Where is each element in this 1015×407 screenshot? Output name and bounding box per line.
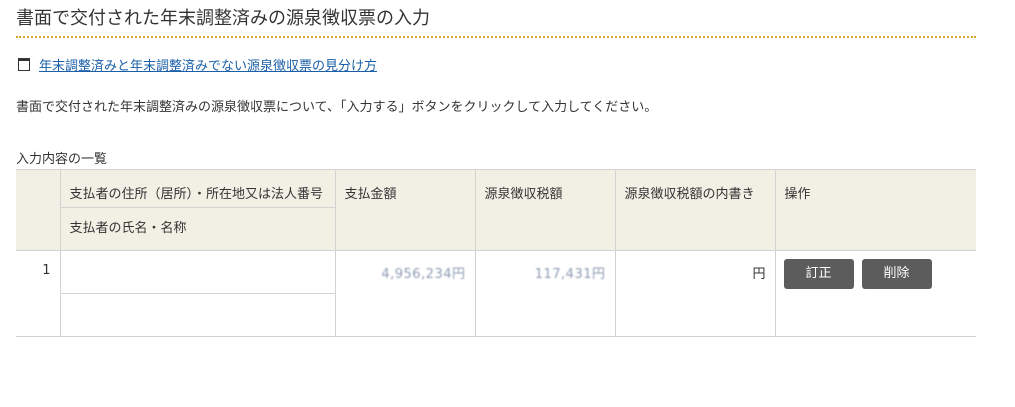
withholding-tax-header: 源泉徴収税額 — [474, 169, 616, 251]
help-link-row: 年末調整済みと年末調整済みでない源泉徴収票の見分け方 — [16, 54, 976, 74]
list-caption: 入力内容の一覧 — [16, 152, 108, 167]
withholding-tax-value: 117,431円 — [534, 267, 606, 282]
withholding-tax-breakdown-cell: 円 — [614, 250, 776, 337]
new-window-icon — [18, 57, 30, 71]
payment-amount-header: 支払金額 — [334, 169, 476, 251]
edit-button[interactable]: 訂正 — [783, 259, 854, 289]
delete-button[interactable]: 削除 — [861, 259, 932, 289]
payment-amount-cell: 4,956,234円 — [334, 250, 476, 337]
operation-header: 操作 — [774, 169, 976, 251]
payer-name-header: 支払者の氏名・名称 — [60, 207, 335, 251]
payer-name-cell — [60, 293, 335, 337]
page-container: 書面で交付された年末調整済みの源泉徴収票の入力 年末調整済みと年末調整済みでない… — [16, 0, 976, 337]
instruction-text: 書面で交付された年末調整済みの源泉徴収票について、「入力する」ボタンをクリックし… — [16, 100, 658, 115]
payer-address-header: 支払者の住所（居所）・所在地又は法人番号 — [59, 169, 336, 208]
page-title: 書面で交付された年末調整済みの源泉徴収票の入力 — [16, 6, 976, 38]
entry-list-table: 支払者の住所（居所）・所在地又は法人番号 支払金額 源泉徴収税額 源泉徴収税額の… — [16, 169, 976, 337]
index-header — [16, 169, 61, 251]
withholding-tax-cell: 117,431円 — [474, 250, 616, 337]
withholding-tax-breakdown-header: 源泉徴収税額の内書き — [614, 169, 776, 251]
operation-cell: 訂正 削除 — [774, 250, 976, 337]
table-row: 1 4,956,234円 117,431円 円 訂正 削除 — [16, 250, 976, 337]
payer-address-cell — [59, 250, 336, 294]
row-index: 1 — [16, 250, 61, 337]
help-link[interactable]: 年末調整済みと年末調整済みでない源泉徴収票の見分け方 — [39, 55, 377, 74]
payment-amount-value: 4,956,234円 — [381, 267, 466, 282]
